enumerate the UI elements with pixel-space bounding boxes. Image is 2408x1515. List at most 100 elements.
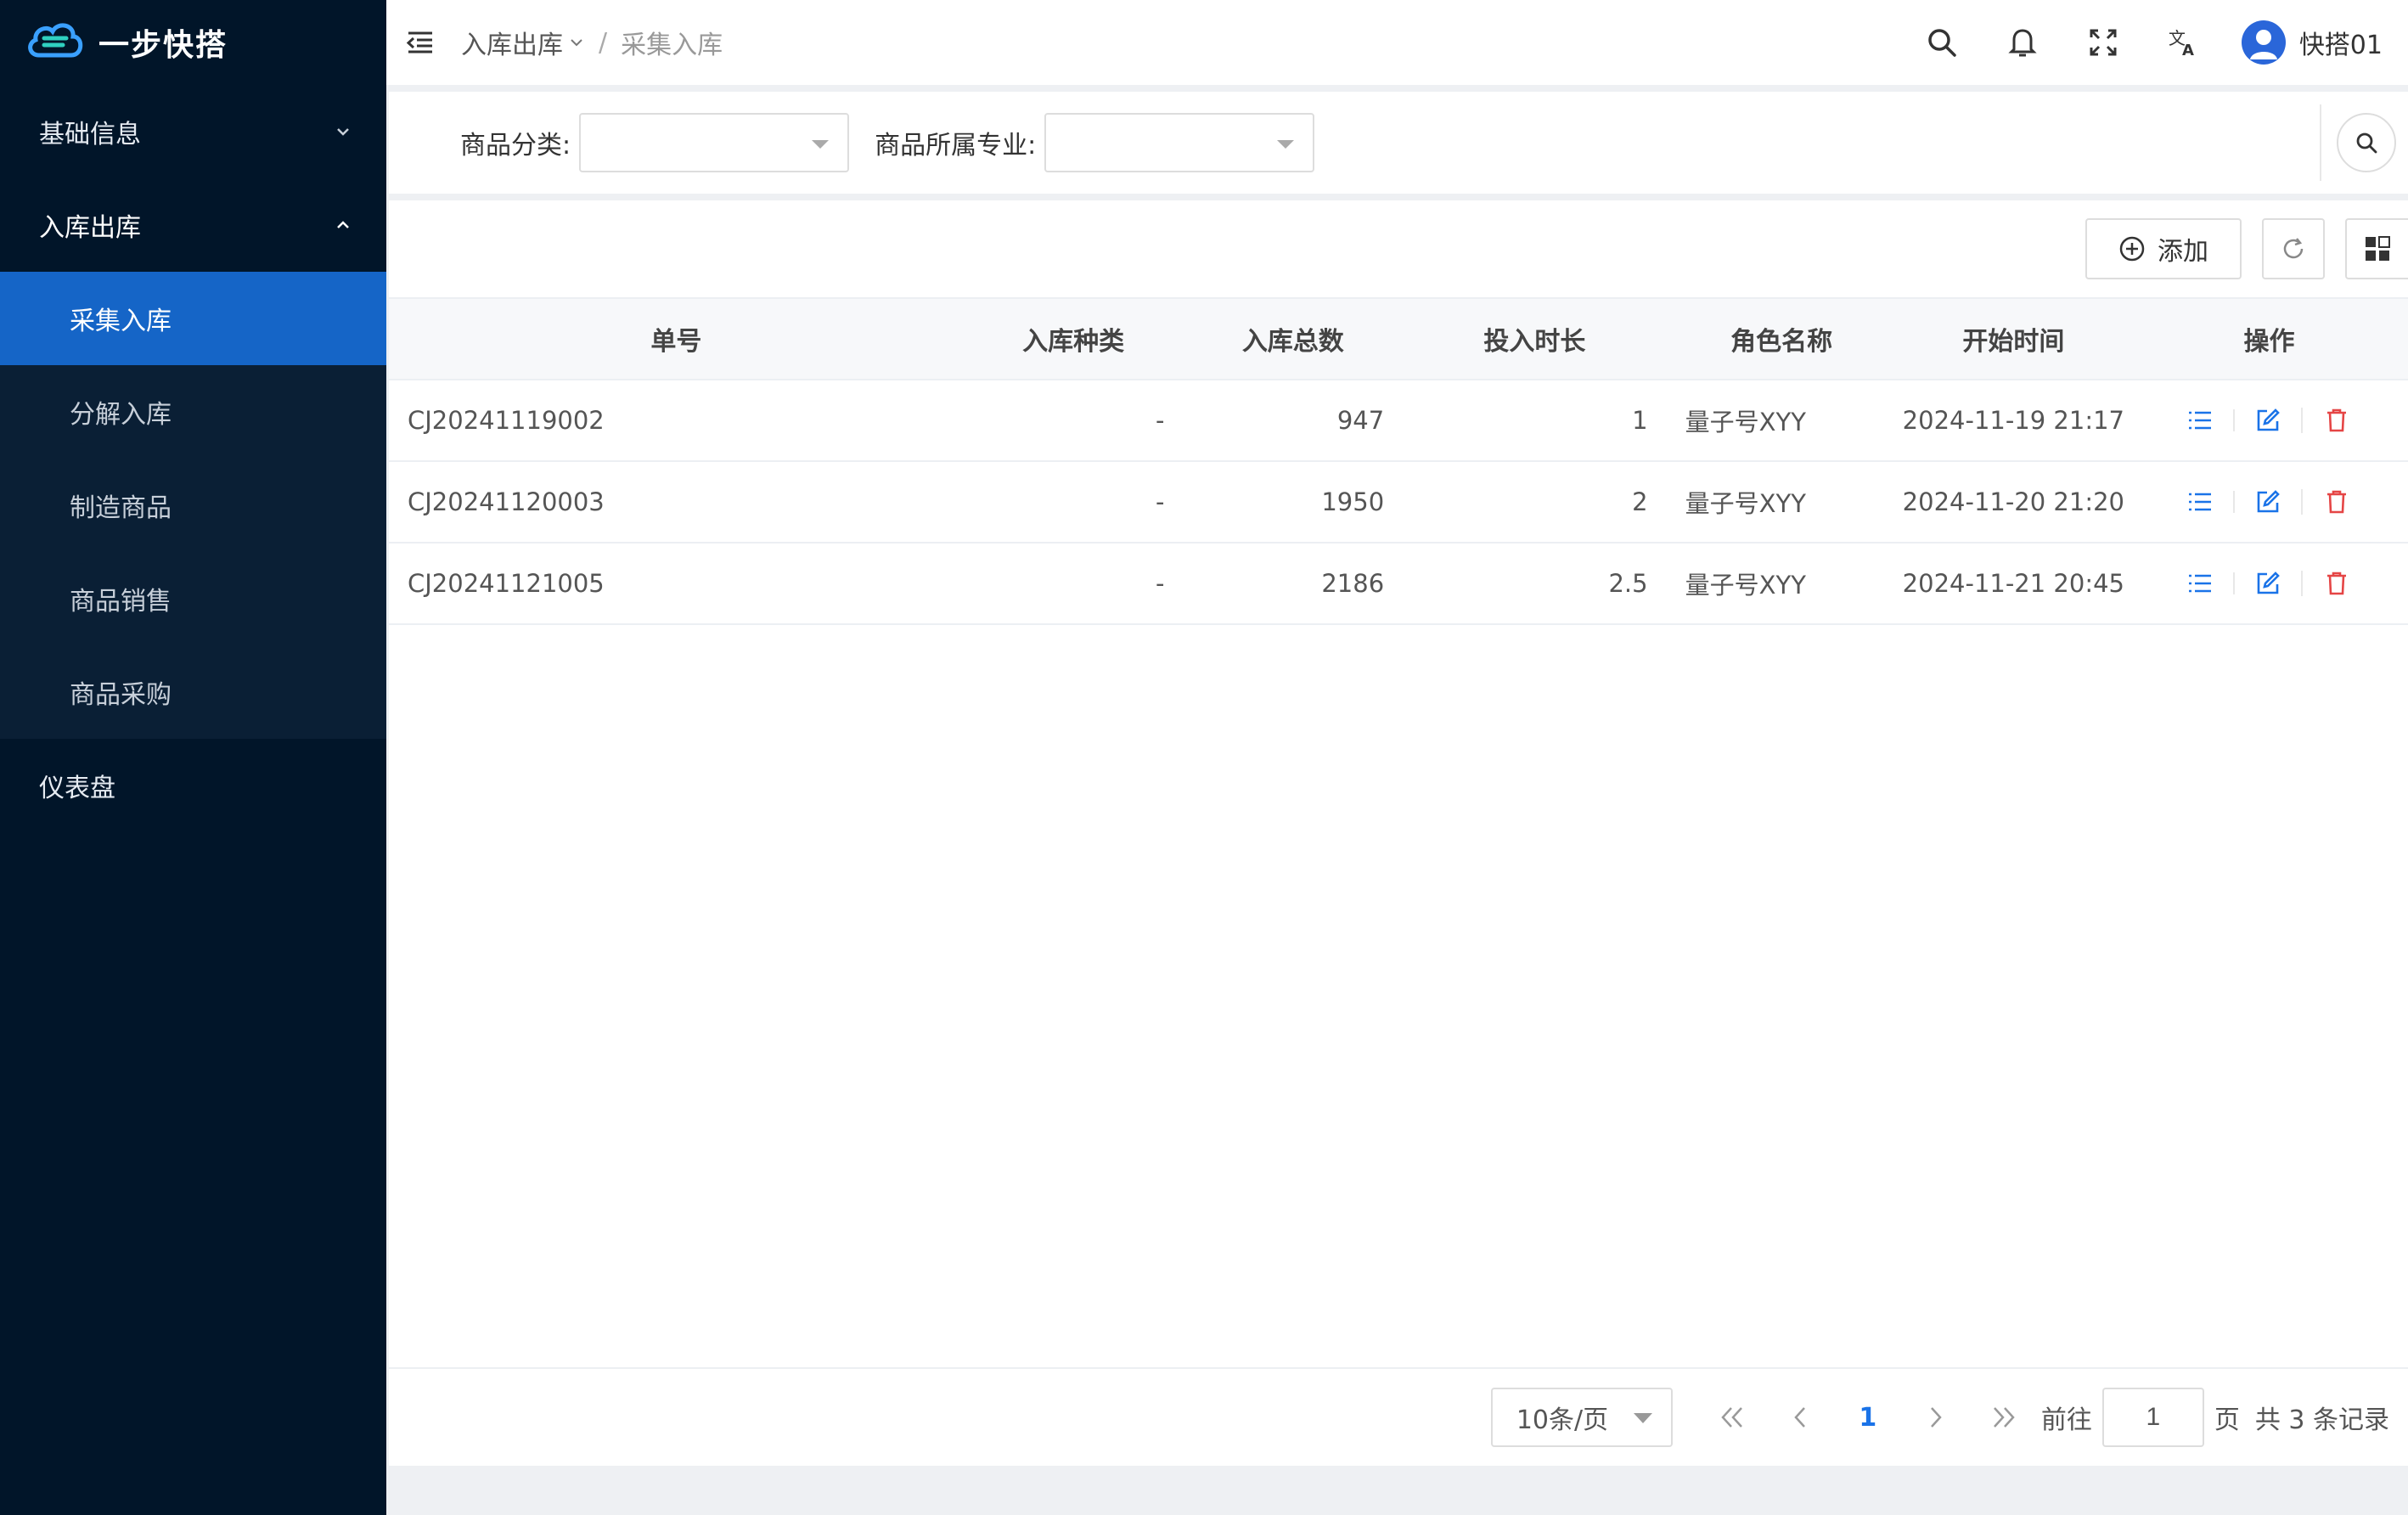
- sidebar-subitem-sales[interactable]: 商品销售: [0, 552, 386, 645]
- breadcrumb-current: 采集入库: [621, 31, 723, 60]
- table-toolbar: 添加: [389, 200, 2408, 297]
- sidebar-subitem-decompose-in[interactable]: 分解入库: [0, 365, 386, 459]
- sidebar-subitem-purchase[interactable]: 商品采购: [0, 645, 386, 739]
- sidebar-subitem-manufacture[interactable]: 制造商品: [0, 459, 386, 552]
- cell-total: 2186: [1183, 543, 1404, 625]
- cloud-logo-icon: [24, 18, 87, 67]
- plus-circle-icon: [2119, 236, 2145, 262]
- bell-icon[interactable]: [1983, 0, 2063, 85]
- detail-list-icon[interactable]: [2167, 572, 2236, 594]
- cell-start: 2024-11-19 21:17: [1896, 380, 2130, 462]
- table-row[interactable]: CJ20241119002 - 947 1 量子号XYY 2024-11-19 …: [389, 380, 2408, 462]
- sidebar-item-dashboard[interactable]: 仪表盘: [0, 739, 386, 832]
- breadcrumb-parent[interactable]: 入库出库: [461, 24, 585, 61]
- chevron-right-icon: [1930, 1407, 1942, 1428]
- cell-id: CJ20241121005: [389, 543, 964, 625]
- edit-icon[interactable]: [2235, 571, 2304, 596]
- col-header-type[interactable]: 入库种类: [963, 297, 1184, 380]
- detail-list-icon[interactable]: [2167, 409, 2236, 431]
- cell-start: 2024-11-21 20:45: [1896, 543, 2130, 625]
- refresh-button[interactable]: [2262, 218, 2325, 279]
- goto-label: 前往: [2040, 1405, 2092, 1435]
- svg-text:A: A: [2182, 42, 2194, 58]
- main-panel: 添加 单号 入库种类 入库总数 投入时长 角色名称 开始时间 操作 CJ2024…: [389, 200, 2408, 1466]
- page-size-select[interactable]: 10条/页: [1490, 1388, 1673, 1447]
- filter-search-button[interactable]: [2337, 113, 2396, 172]
- top-header: 入库出库 / 采集入库 文A 快搭01: [386, 0, 2408, 85]
- cell-total: 947: [1183, 380, 1404, 462]
- cell-role: 量子号XYY: [1666, 380, 1897, 462]
- chevron-up-icon: [337, 221, 349, 228]
- translate-icon[interactable]: 文A: [2144, 0, 2225, 85]
- grid-icon: [2366, 236, 2390, 261]
- user-menu[interactable]: 快搭01: [2241, 20, 2383, 65]
- cell-role: 量子号XYY: [1666, 461, 1897, 543]
- prev-page-button[interactable]: [1766, 1388, 1834, 1447]
- sidebar-item-basic-info[interactable]: 基础信息: [0, 85, 386, 178]
- double-chevron-right-icon: [1993, 1407, 2015, 1428]
- cell-role: 量子号XYY: [1666, 543, 1897, 625]
- table-row[interactable]: CJ20241121005 - 2186 2.5 量子号XYY 2024-11-…: [389, 543, 2408, 625]
- edit-icon[interactable]: [2235, 408, 2304, 433]
- delete-icon[interactable]: [2303, 408, 2371, 433]
- sidebar-subitem-collect-in[interactable]: 采集入库: [0, 272, 386, 365]
- cell-id: CJ20241119002: [389, 380, 964, 462]
- menu-fold-icon[interactable]: [405, 30, 436, 55]
- delete-icon[interactable]: [2303, 571, 2371, 596]
- col-header-total[interactable]: 入库总数: [1183, 297, 1404, 380]
- column-settings-button[interactable]: [2345, 218, 2408, 279]
- cell-id: CJ20241120003: [389, 461, 964, 543]
- fullscreen-icon[interactable]: [2063, 0, 2144, 85]
- cell-type: -: [963, 543, 1184, 625]
- sidebar: 一步快搭 基础信息 入库出库 采集入库 分解入库 制造商品 商品销售 商品采购 …: [0, 0, 386, 1515]
- edit-icon[interactable]: [2235, 489, 2304, 515]
- data-table: 单号 入库种类 入库总数 投入时长 角色名称 开始时间 操作 CJ2024111…: [389, 297, 2408, 625]
- caret-down-icon: [1633, 1413, 1652, 1423]
- refresh-icon: [2283, 238, 2304, 259]
- sidebar-item-label: 基础信息: [39, 120, 141, 149]
- breadcrumb: 入库出库 / 采集入库: [461, 24, 723, 61]
- first-page-button[interactable]: [1698, 1388, 1766, 1447]
- total-records: 共 3 条记录: [2254, 1405, 2389, 1435]
- pagination: 10条/页 1 前往 页 共 3 条记录: [389, 1367, 2408, 1466]
- col-header-role[interactable]: 角色名称: [1666, 297, 1897, 380]
- breadcrumb-separator: /: [599, 27, 608, 58]
- app-logo[interactable]: 一步快搭: [0, 0, 386, 85]
- avatar: [2241, 20, 2286, 65]
- caret-down-icon: [1277, 140, 1295, 149]
- chevron-down-icon: [337, 128, 349, 136]
- user-name: 快搭01: [2298, 31, 2383, 60]
- table-header-row: 单号 入库种类 入库总数 投入时长 角色名称 开始时间 操作: [389, 297, 2408, 380]
- next-page-button[interactable]: [1902, 1388, 1970, 1447]
- table-row[interactable]: CJ20241120003 - 1950 2 量子号XYY 2024-11-20…: [389, 461, 2408, 543]
- col-header-start[interactable]: 开始时间: [1896, 297, 2130, 380]
- page-number-current[interactable]: 1: [1834, 1388, 1902, 1447]
- col-header-id[interactable]: 单号: [389, 297, 964, 380]
- add-button[interactable]: 添加: [2085, 218, 2242, 279]
- category-select[interactable]: [579, 113, 850, 172]
- sidebar-item-inout[interactable]: 入库出库: [0, 178, 386, 272]
- cell-total: 1950: [1183, 461, 1404, 543]
- cell-duration: 1: [1403, 380, 1667, 462]
- col-header-actions: 操作: [2130, 297, 2408, 380]
- search-icon[interactable]: [1902, 0, 1983, 85]
- submenu-inout: 采集入库 分解入库 制造商品 商品销售 商品采购: [0, 272, 386, 739]
- cell-actions: [2130, 461, 2408, 543]
- breadcrumb-parent-label: 入库出库: [461, 31, 563, 60]
- page-size-value: 10条/页: [1516, 1405, 1609, 1435]
- category-filter-label: 商品分类:: [460, 131, 571, 161]
- major-select[interactable]: [1044, 113, 1315, 172]
- detail-list-icon[interactable]: [2167, 491, 2236, 513]
- chevron-left-icon: [1794, 1407, 1805, 1428]
- cell-type: -: [963, 380, 1184, 462]
- filter-bar: 商品分类: 商品所属专业:: [389, 92, 2408, 194]
- delete-icon[interactable]: [2303, 489, 2371, 515]
- double-chevron-left-icon: [1721, 1407, 1742, 1428]
- cell-type: -: [963, 461, 1184, 543]
- col-header-duration[interactable]: 投入时长: [1403, 297, 1667, 380]
- major-filter-label: 商品所属专业:: [875, 131, 1037, 161]
- cell-actions: [2130, 380, 2408, 462]
- last-page-button[interactable]: [1970, 1388, 2038, 1447]
- goto-page-input[interactable]: [2101, 1388, 2204, 1447]
- header-actions: 文A 快搭01: [1902, 0, 2408, 85]
